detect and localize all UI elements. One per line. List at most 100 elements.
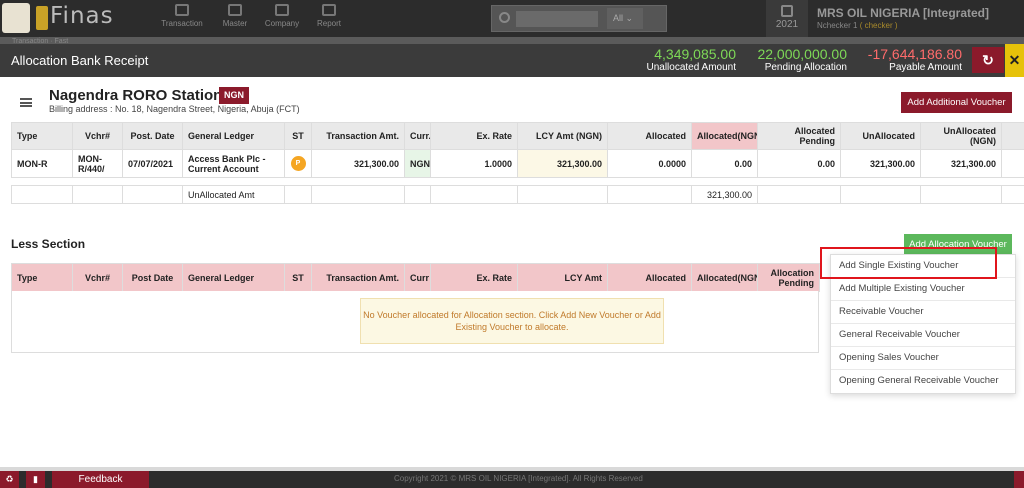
app-logo-text: Finas bbox=[50, 3, 114, 29]
party-name: Nagendra RORO Station1 bbox=[49, 87, 231, 104]
less-col-allocation-pending: Allocation Pending bbox=[757, 263, 820, 292]
nav-transaction[interactable]: Transaction bbox=[160, 4, 204, 28]
cell-alloc-pending: 0.00 bbox=[757, 149, 841, 178]
search-scope-select[interactable]: All ⌄ bbox=[607, 8, 643, 29]
highlight-box bbox=[820, 247, 997, 279]
menu-icon[interactable] bbox=[20, 98, 32, 107]
refresh-icon: ↻ bbox=[982, 52, 994, 68]
cell-curr: NGN bbox=[404, 149, 431, 178]
menu-item-add-multiple-existing[interactable]: Add Multiple Existing Voucher bbox=[831, 278, 1015, 301]
col-allocated-pending: Allocated Pending bbox=[757, 122, 841, 150]
col-general-ledger: General Ledger bbox=[182, 122, 285, 150]
summary-cell bbox=[311, 185, 405, 204]
user-name: Nchecker 1 bbox=[817, 21, 858, 30]
transaction-icon bbox=[175, 4, 189, 16]
nav-company[interactable]: Company bbox=[263, 4, 301, 28]
nav-master-label: Master bbox=[222, 19, 248, 28]
summary-cell bbox=[607, 185, 692, 204]
search-icon[interactable] bbox=[499, 12, 510, 23]
unallocated-amount-value: 4,349,085.00 bbox=[654, 46, 736, 62]
table-row[interactable]: MON-R MON-R/440/ 07/07/2021 Access Bank … bbox=[11, 149, 1024, 178]
summary-cell bbox=[404, 185, 431, 204]
summary-cell bbox=[11, 185, 73, 204]
fiscal-year: 2021 bbox=[775, 19, 799, 30]
less-section-title: Less Section bbox=[11, 237, 86, 251]
nav-company-label: Company bbox=[264, 19, 300, 28]
less-col-allocated: Allocated bbox=[607, 263, 692, 292]
col-lcy-amt: LCY Amt (NGN) bbox=[517, 122, 608, 150]
pending-allocation-label: Pending Allocation bbox=[764, 62, 847, 73]
cell-ex-rate: 1.0000 bbox=[430, 149, 518, 178]
close-button[interactable]: ✕ bbox=[1005, 44, 1024, 77]
summary-cell bbox=[72, 185, 123, 204]
col-actions bbox=[1001, 122, 1024, 150]
status-badge: P bbox=[290, 156, 306, 171]
company-name[interactable]: MRS OIL NIGERIA [Integrated] bbox=[817, 6, 989, 20]
payable-amount-value: -17,644,186.80 bbox=[867, 46, 962, 62]
less-col-general-ledger: General Ledger bbox=[182, 263, 285, 292]
summary-cell bbox=[284, 185, 312, 204]
cell-post-date: 07/07/2021 bbox=[122, 149, 183, 178]
summary-cell bbox=[430, 185, 518, 204]
col-allocated: Allocated bbox=[607, 122, 692, 150]
menu-item-opening-general-receivable[interactable]: Opening General Receivable Voucher bbox=[831, 370, 1015, 393]
less-col-transaction-amt: Transaction Amt. bbox=[311, 263, 405, 292]
nav-transaction-label: Transaction bbox=[161, 19, 203, 28]
search-input[interactable] bbox=[516, 11, 598, 27]
col-ex-rate: Ex. Rate bbox=[430, 122, 518, 150]
unallocated-amt-label: UnAllocated Amt bbox=[182, 185, 285, 204]
company-logo bbox=[2, 3, 30, 33]
less-col-type: Type bbox=[11, 263, 73, 292]
fiscal-year-selector[interactable]: 2021 bbox=[766, 0, 808, 37]
footer-right-handle[interactable] bbox=[1014, 471, 1024, 488]
cell-action bbox=[1001, 149, 1024, 178]
col-type: Type bbox=[11, 122, 73, 150]
allocation-table: Type Vchr# Post. Date General Ledger ST … bbox=[11, 122, 1024, 204]
billing-address: Billing address : No. 18, Nagendra Stree… bbox=[49, 104, 300, 114]
main-content: Nagendra RORO Station1 NGN Billing addre… bbox=[0, 77, 1024, 467]
pending-allocation-stat: 22,000,000.00 Pending Allocation bbox=[745, 46, 847, 73]
menu-item-opening-sales-voucher[interactable]: Opening Sales Voucher bbox=[831, 347, 1015, 370]
col-vchr: Vchr# bbox=[72, 122, 123, 150]
finas-logo-mark bbox=[36, 6, 48, 30]
nav-report[interactable]: Report bbox=[315, 4, 343, 28]
summary-cell bbox=[1001, 185, 1024, 204]
less-col-post-date: Post Date bbox=[122, 263, 183, 292]
nav-master[interactable]: Master bbox=[220, 4, 250, 28]
less-col-ex-rate: Ex. Rate bbox=[430, 263, 518, 292]
search-scope-value: All bbox=[613, 13, 624, 23]
user-info: Nchecker 1 ( checker ) bbox=[817, 21, 898, 30]
report-icon bbox=[322, 4, 336, 16]
less-col-vchr: Vchr# bbox=[72, 263, 123, 292]
cell-allocated[interactable]: 0.0000 bbox=[607, 149, 692, 178]
row-spacer bbox=[12, 178, 1024, 186]
less-section-table: Type Vchr# Post Date General Ledger ST T… bbox=[11, 263, 820, 292]
cell-unallocated-ngn: 321,300.00 bbox=[920, 149, 1002, 178]
cell-lcy-amt: 321,300.00 bbox=[517, 149, 608, 178]
building-icon bbox=[275, 4, 289, 16]
cell-txn-amt: 321,300.00 bbox=[311, 149, 405, 178]
cell-unallocated: 321,300.00 bbox=[840, 149, 921, 178]
col-unallocated: UnAllocated bbox=[840, 122, 921, 150]
col-post-date: Post. Date bbox=[122, 122, 183, 150]
empty-state-message: No Voucher allocated for Allocation sect… bbox=[360, 298, 664, 344]
cell-vchr[interactable]: MON-R/440/ bbox=[72, 149, 123, 178]
less-col-curr: Curr bbox=[404, 263, 431, 292]
payable-amount-label: Payable Amount bbox=[889, 62, 962, 73]
summary-row: UnAllocated Amt 321,300.00 bbox=[11, 185, 1024, 204]
unallocated-amt-value: 321,300.00 bbox=[691, 185, 758, 204]
bookmark-icon[interactable]: ▮ bbox=[26, 471, 45, 488]
table-header-row: Type Vchr# Post. Date General Ledger ST … bbox=[11, 122, 1024, 150]
unallocated-amount-label: Unallocated Amount bbox=[646, 62, 736, 73]
menu-item-receivable-voucher[interactable]: Receivable Voucher bbox=[831, 301, 1015, 324]
recycle-icon[interactable]: ♻ bbox=[0, 471, 19, 488]
footer-bar: ♻ ▮ Feedback Copyright 2021 © MRS OIL NI… bbox=[0, 471, 1024, 488]
menu-item-general-receivable-voucher[interactable]: General Receivable Voucher bbox=[831, 324, 1015, 347]
refresh-button[interactable]: ↻ bbox=[972, 47, 1004, 73]
add-additional-voucher-button[interactable]: Add Additional Voucher bbox=[901, 92, 1012, 113]
summary-cell bbox=[757, 185, 841, 204]
col-allocated-ngn: Allocated(NGN) bbox=[691, 122, 758, 150]
page-title: Allocation Bank Receipt bbox=[11, 53, 149, 68]
close-icon: ✕ bbox=[1008, 52, 1021, 68]
feedback-button[interactable]: Feedback bbox=[52, 471, 149, 488]
